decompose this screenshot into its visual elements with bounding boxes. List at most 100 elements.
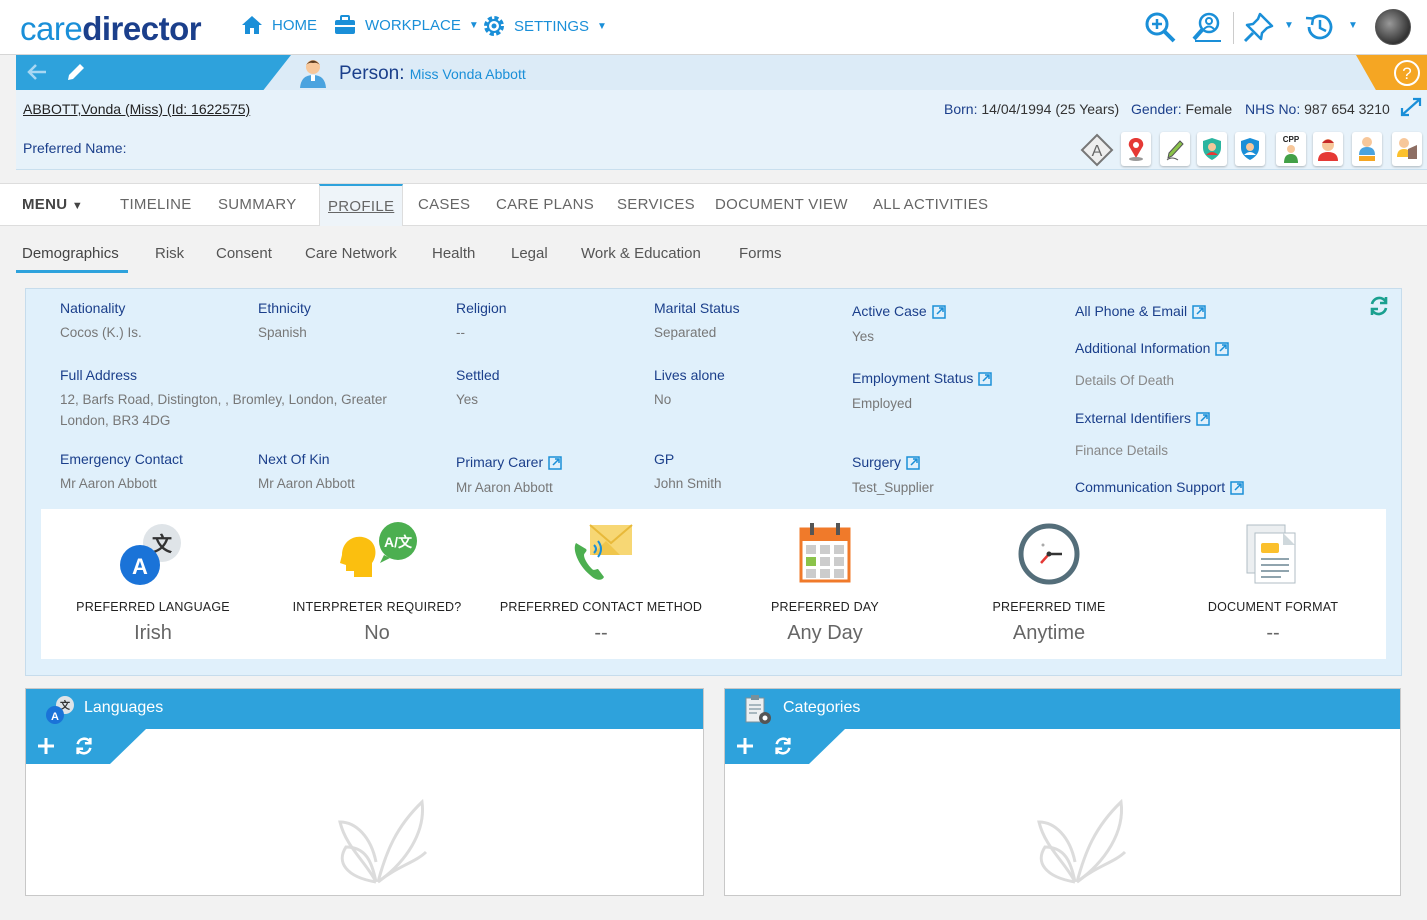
lives-alone-value: No [654,392,672,407]
back-arrow-icon[interactable] [26,62,48,82]
edit-pencil-icon[interactable] [65,61,87,83]
subtab-demographics[interactable]: Demographics [22,245,119,262]
lives-alone-label: Lives alone [654,367,725,383]
external-link-icon [978,372,993,387]
nav-settings[interactable]: SETTINGS ▼ [482,14,607,38]
additional-information-link[interactable]: Additional Information [1075,340,1230,357]
employment-status-link[interactable]: Employment Status [852,370,993,387]
details-of-death-link[interactable]: Details Of Death [1075,373,1174,388]
person-search-icon[interactable] [1191,10,1225,44]
external-link-icon [931,305,946,320]
top-bar: caredirector HOME WORKPLACE ▼ SETTINGS ▼… [0,0,1427,55]
alert-map-pin-icon[interactable] [1121,132,1151,166]
alert-shield-green-icon[interactable] [1197,132,1227,166]
external-link-icon [548,456,562,471]
preferred-day-label: PREFERRED DAY [771,600,879,614]
subtab-health[interactable]: Health [432,245,475,262]
chevron-down-icon: ▼ [71,200,84,212]
religion-label: Religion [456,300,507,316]
chevron-down-icon: ▼ [597,20,607,32]
communication-support-link[interactable]: Communication Support [1075,479,1244,496]
languages-panel-header: 文A Languages [26,689,703,729]
external-identifiers-link[interactable]: External Identifiers [1075,410,1210,427]
chevron-down-icon[interactable]: ▼ [1348,20,1358,31]
help-icon[interactable]: ? [1393,59,1421,87]
interpreter-required-card: A/文 INTERPRETER REQUIRED? No [265,509,489,659]
add-icon[interactable] [735,736,755,756]
briefcase-icon [335,15,355,34]
main-tabs: MENU ▼ TIMELINE SUMMARY PROFILE CASES CA… [0,183,1427,226]
user-avatar[interactable] [1375,9,1411,45]
gp-value: John Smith [654,476,722,491]
surgery-value: Test_Supplier [852,480,934,495]
pin-icon[interactable] [1242,10,1276,44]
contact-method-icon [574,524,633,580]
home-icon [242,16,262,34]
alert-cpp-icon[interactable]: CPP [1276,132,1306,166]
alert-a-diamond-icon[interactable]: A [1080,133,1114,167]
document-icon [1246,524,1296,584]
preferred-language-card: 文A PREFERRED LANGUAGE Irish [41,509,265,659]
preferred-language-label: PREFERRED LANGUAGE [76,600,230,614]
all-phone-email-link[interactable]: All Phone & Email [1075,303,1206,320]
tab-summary[interactable]: SUMMARY [218,196,297,213]
active-case-link[interactable]: Active Case [852,303,946,320]
languages-panel: 文A Languages [25,688,704,896]
subtab-risk[interactable]: Risk [155,245,184,262]
gender-info: Gender: Female [1131,101,1233,117]
next-of-kin-label: Next Of Kin [258,451,330,467]
next-of-kin-value: Mr Aaron Abbott [258,476,355,491]
alert-shield-blue-icon[interactable] [1235,132,1265,166]
active-subtab-indicator [16,270,128,273]
alert-carer-icon[interactable] [1392,132,1422,166]
emergency-contact-label: Emergency Contact [60,451,183,467]
history-icon[interactable] [1303,10,1337,44]
external-link-icon [1230,481,1244,496]
ribbon-toolbar [16,55,291,90]
alert-person-red-icon[interactable] [1313,132,1343,166]
app-logo[interactable]: caredirector [20,10,202,48]
person-id-link[interactable]: ABBOTT,Vonda (Miss) (Id: 1622575) [23,101,250,117]
subtab-consent[interactable]: Consent [216,245,272,262]
alert-person-family-icon[interactable] [1352,132,1382,166]
butterfly-watermark-icon [338,798,428,884]
tab-services[interactable]: SERVICES [617,196,695,213]
divider [1233,12,1234,44]
refresh-icon[interactable] [1368,295,1390,317]
nav-workplace[interactable]: WORKPLACE ▼ [333,14,479,36]
person-icon [300,60,326,88]
alert-pen-icon[interactable] [1160,132,1190,166]
tab-care-plans[interactable]: CARE PLANS [496,196,594,213]
finance-details-link[interactable]: Finance Details [1075,443,1168,458]
add-icon[interactable] [36,736,56,756]
interpreter-icon: A/文 [340,522,417,577]
chevron-down-icon[interactable]: ▼ [1284,20,1294,31]
tab-document-view[interactable]: DOCUMENT VIEW [715,196,848,213]
tab-timeline[interactable]: TIMELINE [120,196,192,213]
nav-home[interactable]: HOME [240,14,317,36]
document-format-card: DOCUMENT FORMAT -- [1161,509,1385,659]
full-address-label: Full Address [60,367,138,383]
zoom-search-icon[interactable] [1143,10,1177,44]
subtab-forms[interactable]: Forms [739,245,782,262]
tab-cases[interactable]: CASES [418,196,470,213]
active-case-value: Yes [852,329,875,344]
refresh-icon[interactable] [74,736,94,756]
tab-profile[interactable]: PROFILE [319,184,404,226]
document-format-label: DOCUMENT FORMAT [1207,600,1339,614]
gp-label: GP [654,451,675,467]
refresh-icon[interactable] [773,736,793,756]
subtab-care-network[interactable]: Care Network [305,245,397,262]
full-address-line2: London, BR3 4DG [60,413,171,428]
subtab-legal[interactable]: Legal [511,245,548,262]
tab-menu[interactable]: MENU ▼ [22,196,83,213]
categories-panel-title: Categories [783,699,861,716]
tab-all-activities[interactable]: ALL ACTIVITIES [873,196,988,213]
subtab-work-education[interactable]: Work & Education [581,245,701,262]
categories-panel: Categories [724,688,1401,896]
nationality-value: Cocos (K.) Is. [60,325,142,340]
calendar-icon [799,523,851,583]
surgery-link[interactable]: Surgery [852,454,920,471]
expand-icon[interactable] [1400,97,1422,117]
primary-carer-link[interactable]: Primary Carer [456,454,562,471]
